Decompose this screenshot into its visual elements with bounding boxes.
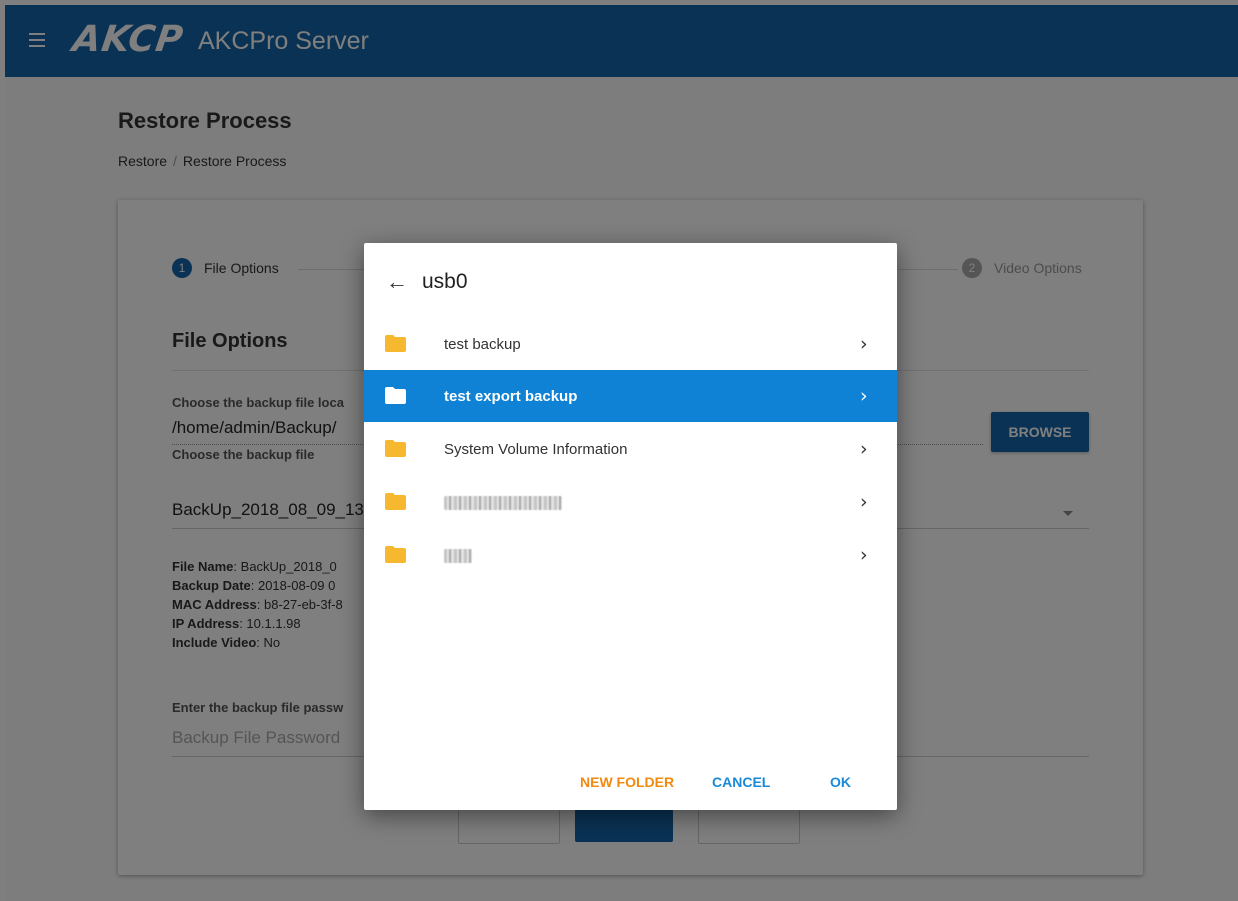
folder-row[interactable]: › [364, 529, 897, 581]
folder-row[interactable]: test export backup › [364, 370, 897, 422]
folder-browser-dialog: ← usb0 test backup › test export backup … [364, 243, 897, 810]
chevron-right-icon[interactable]: › [860, 544, 868, 566]
cancel-button[interactable]: CANCEL [712, 774, 770, 790]
dialog-title: usb0 [422, 270, 468, 293]
folder-icon [385, 546, 406, 563]
folder-name-redacted [444, 549, 472, 563]
folder-name: System Volume Information [444, 440, 628, 458]
folder-name: test export backup [444, 387, 578, 405]
folder-row[interactable]: test backup › [364, 318, 897, 370]
chevron-right-icon[interactable]: › [860, 385, 868, 407]
chevron-right-icon[interactable]: › [860, 438, 868, 460]
arrow-left-icon[interactable]: ← [386, 269, 408, 295]
chevron-right-icon[interactable]: › [860, 491, 868, 513]
folder-icon [385, 493, 406, 510]
folder-icon [385, 440, 406, 457]
folder-name: test backup [444, 335, 521, 353]
chevron-right-icon[interactable]: › [860, 333, 868, 355]
folder-name-redacted [444, 496, 562, 510]
folder-icon [385, 335, 406, 352]
new-folder-button[interactable]: NEW FOLDER [580, 774, 674, 790]
folder-row[interactable]: System Volume Information › [364, 423, 897, 475]
folder-icon [385, 387, 406, 404]
folder-row[interactable]: › [364, 476, 897, 528]
ok-button[interactable]: OK [830, 774, 851, 790]
